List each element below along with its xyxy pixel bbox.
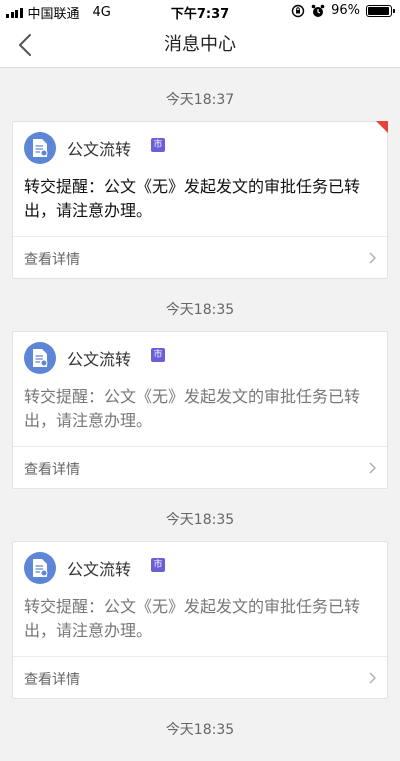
card-header: 公文流转 市 bbox=[13, 332, 387, 380]
message-list[interactable]: 今天18:37 公文流转 市 转交提醒：公文《无》发起发文的审批任务已转出，请注… bbox=[0, 69, 400, 751]
status-bar: 中国联通 4G 下午7:37 96% bbox=[0, 0, 400, 22]
view-details-label: 查看详情 bbox=[24, 462, 80, 478]
message-card[interactable]: 公文流转 市 转交提醒：公文《无》发起发文的审批任务已转出，请注意办理。 查看详… bbox=[12, 331, 388, 489]
message-text: 转交提醒：公文《无》发起发文的审批任务已转出，请注意办理。 bbox=[24, 177, 361, 220]
app-name: 公文流转 bbox=[67, 350, 132, 369]
message-group: 今天18:35 bbox=[0, 699, 400, 751]
app-name: 公文流转 bbox=[67, 560, 132, 579]
city-badge: 市 bbox=[151, 558, 165, 572]
document-icon bbox=[24, 132, 56, 164]
message-time: 今天18:35 bbox=[165, 512, 235, 528]
rotation-lock-icon bbox=[291, 4, 305, 17]
battery-icon bbox=[366, 4, 395, 17]
message-time: 今天18:35 bbox=[165, 722, 235, 738]
view-details-label: 查看详情 bbox=[24, 672, 80, 688]
message-text: 转交提醒：公文《无》发起发文的审批任务已转出，请注意办理。 bbox=[24, 387, 361, 430]
message-card[interactable]: 公文流转 市 转交提醒：公文《无》发起发文的审批任务已转出，请注意办理。 查看详… bbox=[12, 541, 388, 699]
city-badge: 市 bbox=[151, 348, 165, 362]
message-group: 今天18:37 公文流转 市 转交提醒：公文《无》发起发文的审批任务已转出，请注… bbox=[0, 69, 400, 279]
message-time: 今天18:37 bbox=[165, 92, 235, 108]
message-card[interactable]: 公文流转 市 转交提醒：公文《无》发起发文的审批任务已转出，请注意办理。 查看详… bbox=[12, 121, 388, 279]
nav-bar: 消息中心 bbox=[0, 22, 400, 68]
chevron-right-icon bbox=[369, 252, 376, 264]
view-details-label: 查看详情 bbox=[24, 252, 80, 268]
message-text: 转交提醒：公文《无》发起发文的审批任务已转出，请注意办理。 bbox=[24, 597, 361, 640]
status-right: 96% bbox=[291, 3, 395, 18]
battery-fill bbox=[368, 6, 390, 15]
app-name: 公文流转 bbox=[67, 140, 132, 159]
document-icon bbox=[24, 552, 56, 584]
card-header: 公文流转 市 bbox=[13, 542, 387, 590]
view-details-row[interactable]: 查看详情 bbox=[13, 236, 387, 278]
chevron-right-icon bbox=[369, 462, 376, 474]
message-group: 今天18:35 公文流转 市 转交提醒：公文《无》发起发文的审批任务已转出，请注… bbox=[0, 489, 400, 699]
city-badge: 市 bbox=[151, 138, 165, 152]
message-group: 今天18:35 公文流转 市 转交提醒：公文《无》发起发文的审批任务已转出，请注… bbox=[0, 279, 400, 489]
document-icon bbox=[24, 342, 56, 374]
view-details-row[interactable]: 查看详情 bbox=[13, 656, 387, 698]
view-details-row[interactable]: 查看详情 bbox=[13, 446, 387, 488]
alarm-icon bbox=[311, 4, 325, 17]
battery-percent: 96% bbox=[331, 3, 360, 18]
page-title: 消息中心 bbox=[164, 34, 236, 55]
message-time: 今天18:35 bbox=[165, 302, 235, 318]
chevron-right-icon bbox=[369, 672, 376, 684]
card-header: 公文流转 市 bbox=[13, 122, 387, 170]
